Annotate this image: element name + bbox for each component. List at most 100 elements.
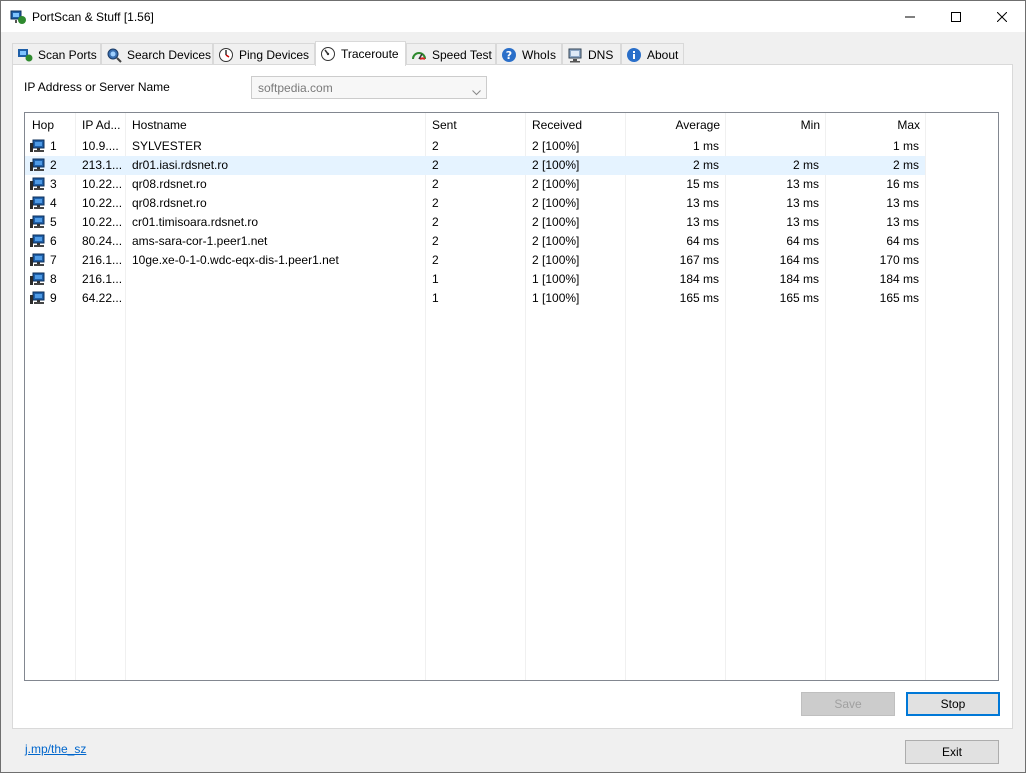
tab-ping-devices[interactable]: Ping Devices <box>213 43 315 65</box>
cell-sent: 2 <box>432 177 439 191</box>
save-button[interactable]: Save <box>801 692 895 716</box>
cell-average: 1 ms <box>692 139 719 153</box>
column-header-hostname[interactable]: Hostname <box>132 113 422 137</box>
cell-received: 1 [100%] <box>532 272 580 286</box>
table-row[interactable]: 8 216.1... 1 1 [100%] 184 ms 184 ms 184 ms <box>25 270 925 289</box>
column-header-sent[interactable]: Sent <box>432 113 522 137</box>
cell-hop: 2 <box>50 158 57 172</box>
network-computer-icon <box>30 215 46 230</box>
cell-ip-address: 213.1... <box>82 158 123 172</box>
tab-whois[interactable]: ? WhoIs <box>496 43 562 65</box>
cell-ip-address: 10.22... <box>82 177 123 191</box>
cell-sent: 2 <box>432 215 439 229</box>
window-title: PortScan & Stuff [1.56] <box>32 9 154 24</box>
cell-max: 165 ms <box>879 291 919 305</box>
column-header-hop[interactable]: Hop <box>32 113 72 137</box>
table-row[interactable]: 5 10.22... cr01.timisoara.rdsnet.ro 2 2 [100… <box>25 213 925 232</box>
info-icon <box>626 47 642 63</box>
column-header-max[interactable]: Max <box>825 113 920 137</box>
cell-max: 170 ms <box>879 253 919 267</box>
cell-hop: 6 <box>50 234 57 248</box>
column-header-ip-address[interactable]: IP Ad... <box>82 113 124 137</box>
chevron-down-icon[interactable] <box>472 85 481 99</box>
cell-hostname: qr08.rdsnet.ro <box>132 177 207 191</box>
traceroute-icon <box>320 46 336 62</box>
tab-label: WhoIs <box>522 47 557 62</box>
tab-label: DNS <box>588 47 614 62</box>
tab-label: Scan Ports <box>38 47 97 62</box>
network-computer-icon <box>30 253 46 268</box>
cell-ip-address: 216.1... <box>82 253 123 267</box>
cell-hop: 4 <box>50 196 57 210</box>
cell-min: 13 ms <box>786 177 819 191</box>
network-computer-icon <box>30 158 46 173</box>
exit-button[interactable]: Exit <box>905 740 999 764</box>
cell-ip-address: 64.22... <box>82 291 123 305</box>
cell-ip-address: 10.9.... <box>82 139 119 153</box>
cell-sent: 2 <box>432 139 439 153</box>
minimize-button[interactable] <box>887 1 933 32</box>
tab-search-devices[interactable]: Search Devices <box>101 43 213 65</box>
column-header-average[interactable]: Average <box>625 113 720 137</box>
cell-min: 184 ms <box>779 272 819 286</box>
homepage-link[interactable]: j.mp/the_sz <box>25 742 86 756</box>
table-row[interactable]: 7 216.1... 10ge.xe-0-1-0.wdc-eqx-dis-1.pee… <box>25 251 925 270</box>
svg-text:?: ? <box>506 49 512 62</box>
cell-min: 164 ms <box>779 253 819 267</box>
cell-min <box>725 137 819 156</box>
cell-average: 64 ms <box>686 234 719 248</box>
tab-about[interactable]: About <box>621 43 684 65</box>
ping-icon <box>218 47 234 63</box>
table-row[interactable]: 2 213.1... dr01.iasi.rdsnet.ro 2 2 [100%] 2 m… <box>25 156 925 175</box>
cell-sent: 2 <box>432 253 439 267</box>
cell-hop: 7 <box>50 253 57 267</box>
cell-hostname <box>132 289 422 308</box>
cell-received: 2 [100%] <box>532 234 580 248</box>
ip-address-combobox[interactable]: softpedia.com <box>251 76 487 99</box>
column-header-min[interactable]: Min <box>725 113 820 137</box>
app-icon <box>10 9 26 25</box>
cell-hop: 5 <box>50 215 57 229</box>
cell-sent: 2 <box>432 234 439 248</box>
cell-hostname: ams-sara-cor-1.peer1.net <box>132 234 268 248</box>
network-computer-icon <box>30 291 46 306</box>
network-computer-icon <box>30 234 46 249</box>
whois-icon: ? <box>501 47 517 63</box>
cell-average: 13 ms <box>686 196 719 210</box>
table-row[interactable]: 3 10.22... qr08.rdsnet.ro 2 2 [100%] 15 ms 13 … <box>25 175 925 194</box>
cell-hostname: cr01.timisoara.rdsnet.ro <box>132 215 259 229</box>
cell-hop: 9 <box>50 291 57 305</box>
cell-min: 2 ms <box>792 158 819 172</box>
cell-max: 13 ms <box>886 215 919 229</box>
stop-button[interactable]: Stop <box>906 692 1000 716</box>
cell-min: 13 ms <box>786 215 819 229</box>
tab-dns[interactable]: DNS <box>562 43 621 65</box>
cell-min: 64 ms <box>786 234 819 248</box>
tab-label: Speed Test <box>432 47 492 62</box>
column-header-received[interactable]: Received <box>532 113 622 137</box>
tab-label: Ping Devices <box>239 47 310 62</box>
table-row[interactable]: 6 80.24... ams-sara-cor-1.peer1.net 2 2 [100… <box>25 232 925 251</box>
tab-scan-ports[interactable]: Scan Ports <box>12 43 101 65</box>
cell-sent: 2 <box>432 196 439 210</box>
cell-max: 1 ms <box>892 139 919 153</box>
cell-received: 2 [100%] <box>532 215 580 229</box>
table-row[interactable]: 9 64.22... 1 1 [100%] 165 ms 165 ms 165 ms <box>25 289 925 308</box>
tab-traceroute[interactable]: Traceroute <box>315 41 406 66</box>
scan-ports-icon <box>17 47 33 63</box>
cell-average: 2 ms <box>692 158 719 172</box>
table-row[interactable]: 4 10.22... qr08.rdsnet.ro 2 2 [100%] 13 ms 13 … <box>25 194 925 213</box>
tab-label: About <box>647 47 679 62</box>
tab-strip: Scan Ports Search Devices Ping Devices T… <box>12 41 1012 66</box>
cell-hop: 8 <box>50 272 57 286</box>
cell-sent: 1 <box>432 291 439 305</box>
traceroute-results-table[interactable]: Hop IP Ad... Hostname Sent Received Aver… <box>24 112 999 681</box>
tab-speed-test[interactable]: Speed Test <box>406 43 496 65</box>
network-computer-icon <box>30 177 46 192</box>
network-computer-icon <box>30 139 46 154</box>
close-button[interactable] <box>979 1 1025 32</box>
table-row[interactable]: 1 10.9.... SYLVESTER 2 2 [100%] 1 ms 1 ms <box>25 137 925 156</box>
maximize-button[interactable] <box>933 1 979 32</box>
cell-ip-address: 80.24... <box>82 234 123 248</box>
cell-max: 2 ms <box>892 158 919 172</box>
